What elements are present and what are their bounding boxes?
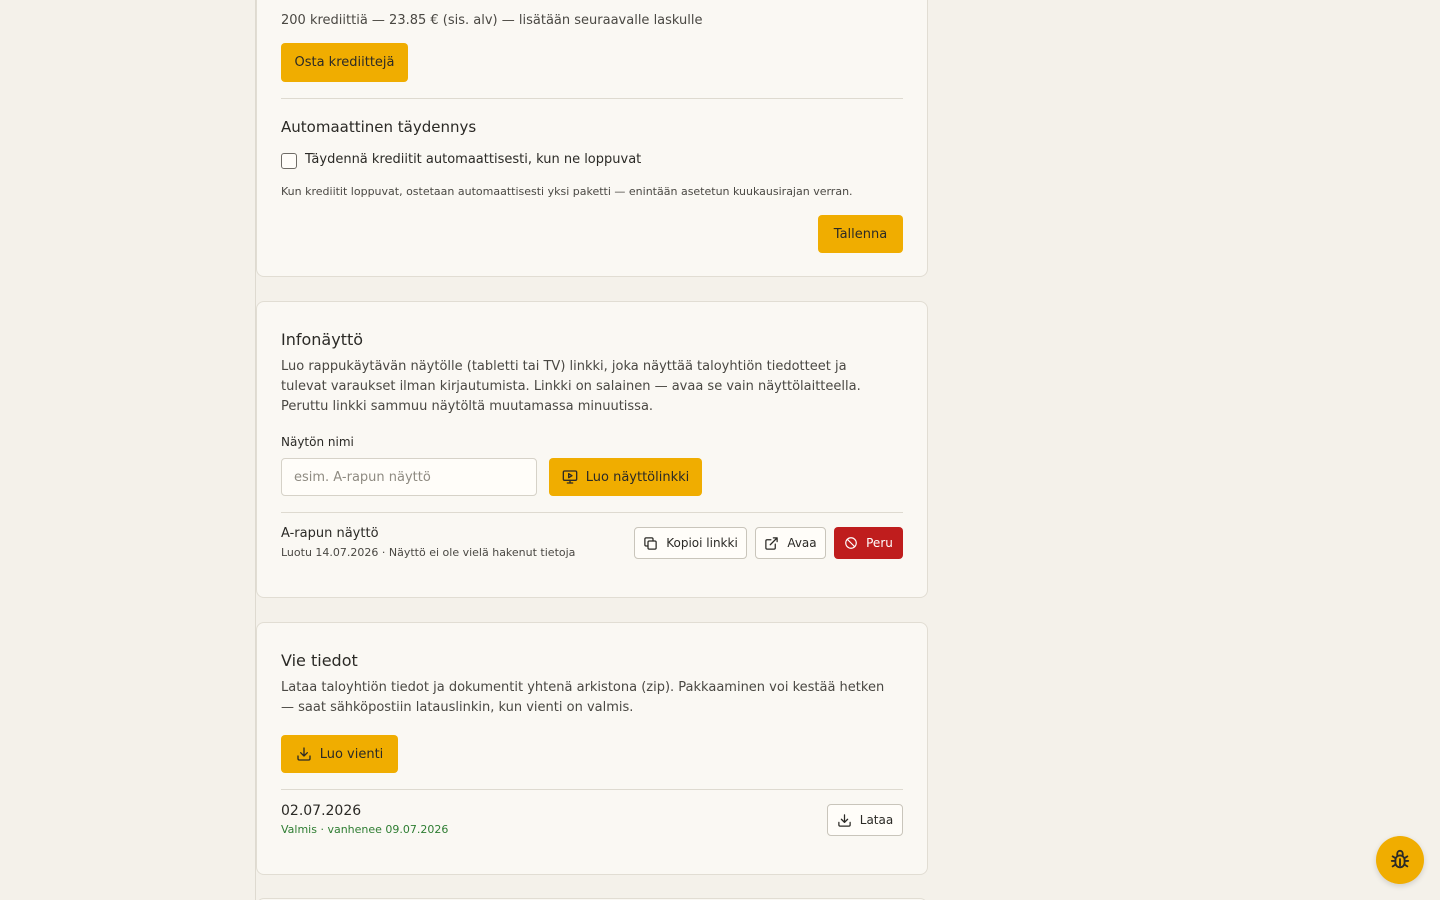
screen-name-input[interactable] [281,458,537,496]
external-link-icon [764,536,779,551]
auto-refill-title: Automaattinen täydennys [281,118,477,136]
credits-card: 200 krediittiä — 23.85 € (sis. alv) — li… [256,0,928,277]
download-export-label: Lataa [859,813,894,827]
copy-link-button[interactable]: Kopioi linkki [634,527,747,559]
sidebar [0,0,256,900]
download-export-button[interactable]: Lataa [827,804,903,836]
auto-refill-checkbox[interactable] [281,153,297,169]
buy-credits-button[interactable]: Osta krediittejä [281,43,408,82]
export-card: Vie tiedot Lataa taloyhtiön tiedot ja do… [256,622,928,875]
screen-name-label: Näytön nimi [281,435,354,449]
copy-icon [643,536,658,551]
export-description: Lataa taloyhtiön tiedot ja dokumentit yh… [281,680,885,715]
auto-refill-note: Kun krediitit loppuvat, ostetaan automaa… [281,185,853,198]
divider [281,512,903,513]
copy-link-label: Kopioi linkki [666,536,738,550]
export-title: Vie tiedot [281,651,358,670]
export-date: 02.07.2026 [281,803,362,819]
save-button[interactable]: Tallenna [818,215,903,253]
auto-refill-checkbox-label[interactable]: Täydennä krediitit automaattisesti, kun … [305,150,641,170]
open-link-button[interactable]: Avaa [755,527,826,559]
divider [281,789,903,790]
credit-package-info: 200 krediittiä — 23.85 € (sis. alv) — li… [281,13,703,28]
info-screen-card: Infonäyttö Luo rappukäytävän näytölle (t… [256,301,928,598]
screen-meta: Luotu 14.07.2026 · Näyttö ei ole vielä h… [281,546,576,559]
open-link-label: Avaa [787,536,817,550]
screen-name: A-rapun näyttö [281,526,379,541]
download-icon [296,746,312,762]
create-screen-link-label: Luo näyttölinkki [585,469,690,485]
bug-report-button[interactable] [1376,836,1424,884]
create-export-label: Luo vienti [319,746,384,762]
monitor-play-icon [562,469,578,485]
export-status: Valmis · vanhenee 09.07.2026 [281,823,449,836]
download-icon [837,813,852,828]
bug-icon [1389,849,1411,871]
revoke-link-label: Peru [866,536,893,550]
info-screen-description: Luo rappukäytävän näytölle (tabletti tai… [281,359,861,414]
info-screen-title: Infonäyttö [281,330,364,349]
divider [281,98,903,99]
create-export-button[interactable]: Luo vienti [281,735,398,773]
create-screen-link-button[interactable]: Luo näyttölinkki [549,458,702,496]
revoke-link-button[interactable]: Peru [834,527,903,559]
ban-icon [844,536,858,550]
